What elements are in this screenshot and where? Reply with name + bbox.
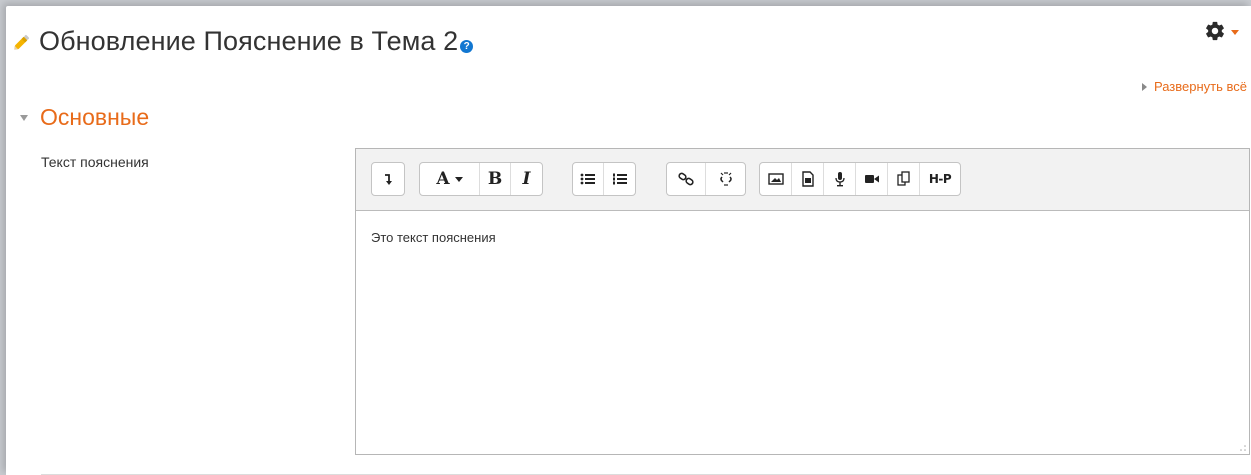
unlink-icon xyxy=(719,172,732,186)
chevron-down-icon xyxy=(1231,29,1239,35)
italic-button[interactable]: I xyxy=(511,163,542,195)
toolbar-group-lists xyxy=(572,162,636,196)
h5p-button[interactable]: H-P xyxy=(920,163,960,195)
italic-icon: I xyxy=(522,169,531,189)
section-title[interactable]: Основные xyxy=(40,104,149,131)
page-header: Обновление Пояснение в Тема 2 ? xyxy=(6,26,474,57)
ordered-list-button[interactable] xyxy=(604,163,635,195)
caret-down-icon xyxy=(20,114,28,121)
chevron-down-icon xyxy=(454,176,463,182)
font-style-icon: A xyxy=(436,169,450,189)
editor-toolbar: A B I H-P xyxy=(356,149,1249,211)
editor-content[interactable]: Это текст пояснения xyxy=(356,211,1249,264)
ordered-list-icon xyxy=(612,173,627,185)
field-label: Текст пояснения xyxy=(41,154,149,170)
section-header-general[interactable]: Основные xyxy=(20,104,149,131)
video-icon xyxy=(864,175,879,183)
question-circle-icon[interactable]: ? xyxy=(460,40,474,53)
bold-icon: B xyxy=(487,169,503,189)
unlink-button[interactable] xyxy=(706,163,745,195)
toolbar-group-toggle xyxy=(371,162,405,196)
manage-files-button[interactable] xyxy=(888,163,920,195)
image-icon xyxy=(767,173,784,185)
media-button[interactable] xyxy=(792,163,824,195)
settings-menu[interactable] xyxy=(1204,20,1239,42)
font-style-button[interactable]: A xyxy=(420,163,480,195)
toolbar-toggle-button[interactable] xyxy=(372,163,404,195)
unordered-list-button[interactable] xyxy=(573,163,604,195)
resize-handle-icon[interactable] xyxy=(1238,443,1246,451)
h5p-icon: H-P xyxy=(928,172,952,186)
microphone-icon xyxy=(834,172,845,187)
toolbar-toggle-icon xyxy=(385,174,392,185)
microphone-button[interactable] xyxy=(824,163,856,195)
toolbar-group-media: H-P xyxy=(759,162,961,196)
manage-files-icon xyxy=(896,171,910,186)
bold-button[interactable]: B xyxy=(480,163,511,195)
expand-all-label[interactable]: Развернуть всё xyxy=(1154,79,1247,94)
unordered-list-icon xyxy=(580,173,595,185)
media-icon xyxy=(801,171,814,187)
toolbar-group-style: A B I xyxy=(419,162,543,196)
toolbar-group-links xyxy=(666,162,746,196)
link-icon xyxy=(678,172,694,186)
video-button[interactable] xyxy=(856,163,888,195)
page-title: Обновление Пояснение в Тема 2 xyxy=(39,26,459,56)
caret-right-icon xyxy=(1141,82,1147,91)
image-button[interactable] xyxy=(760,163,792,195)
gear-icon[interactable] xyxy=(1204,20,1226,42)
page: Обновление Пояснение в Тема 2 ? Разверну… xyxy=(6,6,1251,475)
pencil-icon xyxy=(14,34,30,50)
link-button[interactable] xyxy=(667,163,706,195)
expand-all-link[interactable]: Развернуть всё xyxy=(1141,79,1247,94)
text-editor[interactable]: A B I H-P Это текст пояснения xyxy=(355,148,1250,455)
